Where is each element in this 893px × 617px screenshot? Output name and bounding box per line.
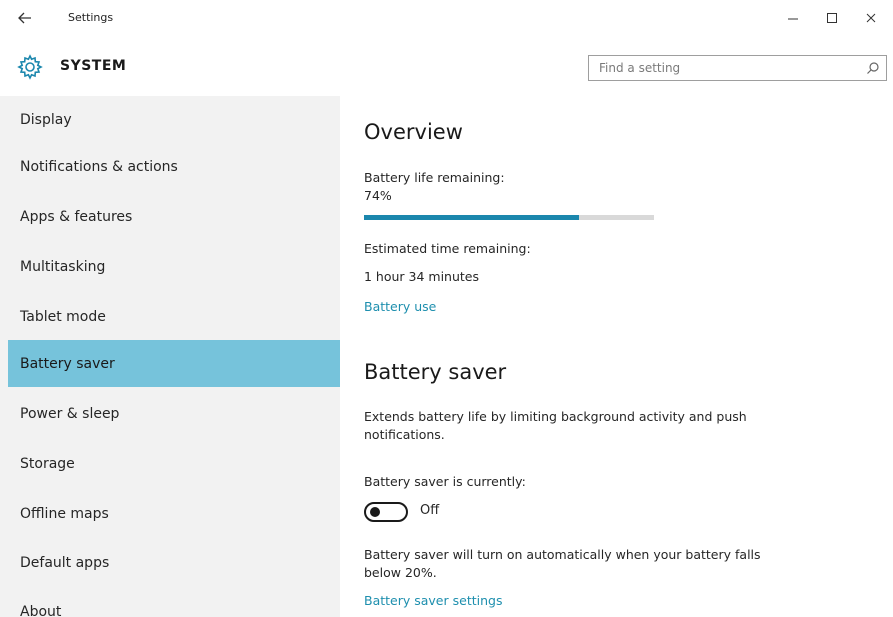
battery-saver-auto-line2: below 20%. (364, 565, 437, 580)
battery-progress-fill (364, 215, 579, 220)
battery-saver-description-line2: notifications. (364, 427, 445, 442)
battery-life-label: Battery life remaining: (364, 170, 505, 185)
sidebar-item-tablet-mode[interactable]: Tablet mode (8, 293, 340, 340)
search-icon[interactable] (866, 61, 880, 75)
page-header: SYSTEM (0, 38, 893, 96)
sidebar-item-display[interactable]: Display (8, 96, 340, 143)
search-input[interactable] (589, 56, 859, 80)
overview-heading: Overview (364, 120, 463, 144)
sidebar-item-storage[interactable]: Storage (8, 440, 340, 487)
gear-icon (17, 54, 43, 80)
sidebar-item-label: Display (20, 111, 72, 128)
sidebar-item-label: Apps & features (20, 208, 133, 225)
window-title: Settings (68, 11, 114, 24)
battery-saver-description-line1: Extends battery life by limiting backgro… (364, 409, 747, 424)
sidebar-item-battery-saver[interactable]: Battery saver (8, 340, 340, 387)
settings-window: Settings SYSTEM Find a setting Display N… (0, 0, 893, 617)
estimated-time-label: Estimated time remaining: (364, 241, 531, 256)
close-button[interactable] (854, 4, 888, 32)
battery-saver-status-label: Battery saver is currently: (364, 474, 526, 489)
battery-life-value: 74% (364, 188, 392, 203)
toggle-knob (370, 507, 380, 517)
minimize-icon (788, 18, 798, 20)
sidebar-item-label: Multitasking (20, 258, 106, 275)
battery-saver-toggle[interactable] (364, 502, 408, 522)
main-content: Overview Battery life remaining: 74% Est… (340, 96, 893, 617)
sidebar-item-multitasking[interactable]: Multitasking (8, 243, 340, 290)
minimize-button[interactable] (776, 4, 810, 32)
sidebar-item-apps-features[interactable]: Apps & features (8, 193, 340, 240)
battery-saver-toggle-state: Off (420, 503, 440, 518)
sidebar-item-label: About (20, 603, 62, 617)
arrow-left-icon (18, 12, 31, 24)
sidebar-item-label: Offline maps (20, 505, 109, 522)
sidebar-item-default-apps[interactable]: Default apps (8, 539, 340, 586)
sidebar-item-label: Default apps (20, 554, 110, 571)
maximize-icon (827, 13, 837, 23)
estimated-time-value: 1 hour 34 minutes (364, 269, 480, 284)
sidebar-item-power-sleep[interactable]: Power & sleep (8, 390, 340, 437)
sidebar-item-label: Battery saver (20, 355, 115, 372)
sidebar-item-notifications[interactable]: Notifications & actions (8, 143, 340, 190)
close-icon (866, 13, 876, 23)
battery-progress-bar (364, 215, 654, 220)
sidebar-item-offline-maps[interactable]: Offline maps (8, 490, 340, 537)
sidebar-item-label: Tablet mode (20, 308, 106, 325)
title-bar: Settings (0, 0, 893, 38)
search-box[interactable] (588, 55, 887, 81)
page-title: SYSTEM (60, 58, 127, 74)
battery-saver-auto-line1: Battery saver will turn on automatically… (364, 547, 761, 562)
battery-saver-settings-link[interactable]: Battery saver settings (364, 593, 502, 608)
sidebar-item-about[interactable]: About (8, 588, 340, 617)
battery-use-link[interactable]: Battery use (364, 299, 436, 314)
battery-saver-heading: Battery saver (364, 360, 507, 384)
back-button[interactable] (11, 6, 39, 30)
maximize-button[interactable] (815, 4, 849, 32)
sidebar-item-label: Storage (20, 455, 75, 472)
sidebar-item-label: Notifications & actions (20, 158, 178, 175)
sidebar: Display Notifications & actions Apps & f… (0, 96, 340, 617)
sidebar-item-label: Power & sleep (20, 405, 120, 422)
